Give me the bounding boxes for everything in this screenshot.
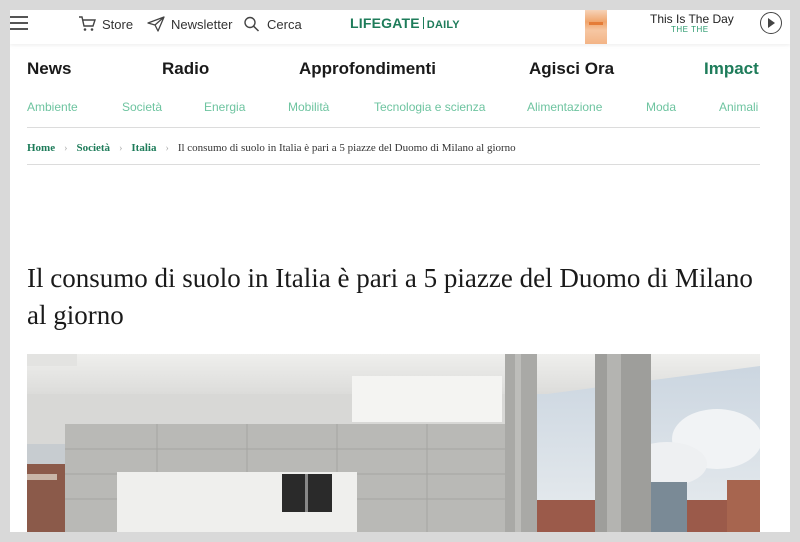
subnav-item-ambiente[interactable]: Ambiente bbox=[27, 100, 78, 114]
song-title: This Is The Day bbox=[650, 12, 734, 26]
nav-item-news[interactable]: News bbox=[27, 59, 71, 79]
subnav-item-animali[interactable]: Animali bbox=[719, 100, 758, 114]
album-cover bbox=[585, 10, 607, 44]
nav-item-radio[interactable]: Radio bbox=[162, 59, 209, 79]
subnav-item-tecnologia[interactable]: Tecnologia e scienza bbox=[374, 100, 485, 114]
breadcrumb-societa[interactable]: Società bbox=[76, 142, 110, 154]
nav-item-agisci-ora[interactable]: Agisci Ora bbox=[529, 59, 614, 79]
play-button[interactable] bbox=[760, 12, 782, 34]
logo-main: LIFEGATE bbox=[350, 15, 420, 31]
subnav-item-moda[interactable]: Moda bbox=[646, 100, 676, 114]
search-icon bbox=[244, 16, 260, 32]
newsletter-label: Newsletter bbox=[171, 16, 233, 32]
subnav-item-energia[interactable]: Energia bbox=[204, 100, 245, 114]
chevron-right-icon: › bbox=[165, 142, 169, 154]
menu-icon[interactable] bbox=[10, 16, 30, 32]
newsletter-link[interactable]: Newsletter bbox=[147, 14, 232, 34]
breadcrumb-home[interactable]: Home bbox=[27, 142, 55, 154]
search-link[interactable]: Cerca bbox=[243, 14, 302, 34]
song-artist: THE THE bbox=[671, 25, 709, 34]
nav-item-approfondimenti[interactable]: Approfondimenti bbox=[299, 59, 436, 79]
nav-item-impact[interactable]: Impact bbox=[704, 59, 759, 79]
subnav-item-alimentazione[interactable]: Alimentazione bbox=[527, 100, 602, 114]
breadcrumb-current: Il consumo di suolo in Italia è pari a 5… bbox=[177, 142, 516, 154]
article-hero-image bbox=[27, 354, 760, 532]
search-label: Cerca bbox=[267, 16, 302, 32]
hero-illustration bbox=[27, 354, 760, 532]
cart-icon bbox=[79, 16, 96, 31]
store-link[interactable]: Store bbox=[78, 14, 133, 34]
main-nav: News Radio Approfondimenti Agisci Ora Im… bbox=[27, 59, 760, 81]
logo-sub: DAILY bbox=[426, 19, 460, 31]
nav-divider bbox=[27, 127, 760, 128]
paper-plane-icon bbox=[147, 16, 165, 32]
store-label: Store bbox=[102, 16, 134, 32]
article-title: Il consumo di suolo in Italia è pari a 5… bbox=[27, 263, 753, 330]
subnav-item-societa[interactable]: Società bbox=[122, 100, 162, 114]
breadcrumb-italia[interactable]: Italia bbox=[131, 142, 156, 154]
breadcrumb: Home › Società › Italia › Il consumo di … bbox=[27, 140, 516, 156]
top-bar: Store Newsletter Cerca LIFEGATE DAILY Thi… bbox=[10, 10, 790, 44]
chevron-right-icon: › bbox=[119, 142, 123, 154]
chevron-right-icon: › bbox=[64, 142, 68, 154]
breadcrumb-divider bbox=[27, 164, 760, 165]
lifegate-logo[interactable]: LIFEGATE DAILY bbox=[350, 15, 460, 31]
sub-nav: Ambiente Società Energia Mobilità Tecnol… bbox=[27, 100, 760, 116]
subnav-item-mobilita[interactable]: Mobilità bbox=[288, 100, 329, 114]
page: Store Newsletter Cerca LIFEGATE DAILY Thi… bbox=[10, 10, 790, 532]
